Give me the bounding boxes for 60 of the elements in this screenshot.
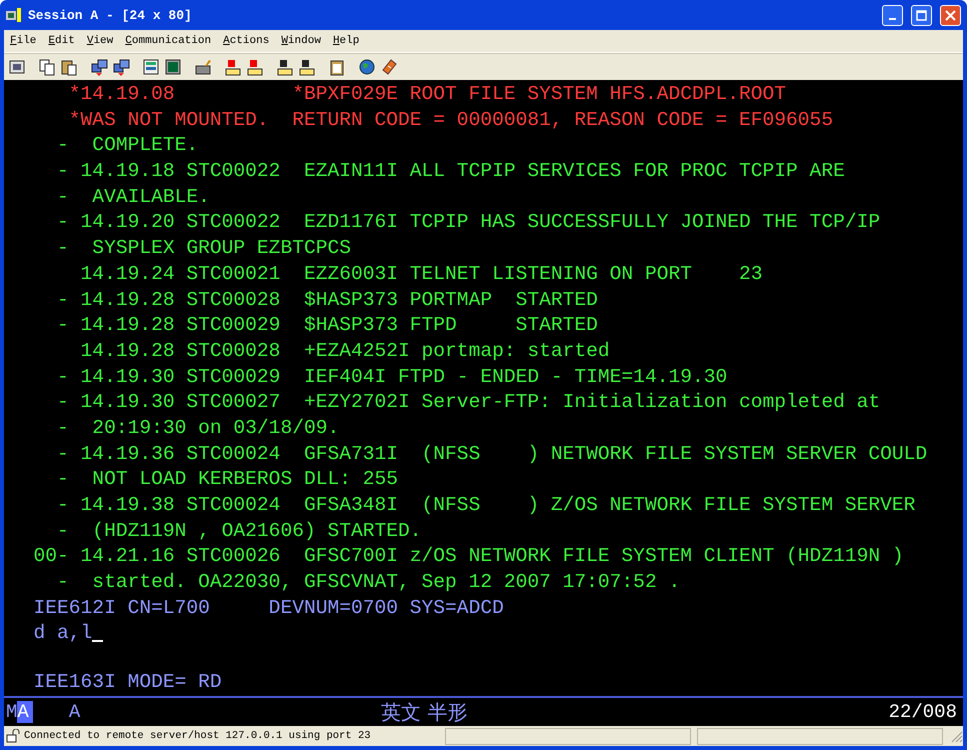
maximize-icon [916,10,927,20]
stop-icon[interactable] [246,58,264,76]
pause-icon[interactable] [298,58,316,76]
terminal-line: - started. OA22030, GFSCVNAT, Sep 12 2007 17:07:52 . [56,570,680,596]
terminal-line: d a,l [32,621,92,646]
close-icon [945,10,956,20]
terminal-line: - 14.19.38 STC00024 GFSA348I (NFSS ) Z/OS NETWORK FILE SYSTEM SERVER [56,493,916,518]
minimize-button[interactable] [882,4,903,26]
terminal-line: - 14.19.18 STC00022 EZAIN11I ALL TCPIP SERVICES FOR PROC TCPIP ARE [56,159,845,184]
menu-item[interactable]: Actions [223,35,270,47]
terminal-line: - NOT LOAD KERBEROS DLL: 255 [56,467,398,492]
terminal-line: - 14.19.28 STC00029 $HASP373 FTPD STARTED [56,313,598,338]
globe-icon[interactable] [358,58,376,76]
terminal-line: - 14.19.20 STC00022 EZD1176I TCPIP HAS SUCCESSFULLY JOINED THE TCP/IP [56,210,880,236]
oia-indicator: M [6,701,18,723]
paste-icon[interactable] [60,58,78,76]
keyboard-icon[interactable] [194,58,212,76]
terminal-line: 14.19.24 STC00021 EZZ6003I TELNET LISTENING ON PORT 23 [80,262,763,287]
app-icon[interactable] [6,7,22,23]
copy-icon[interactable] [38,58,56,76]
lock-icon [6,729,20,743]
clipboard-icon[interactable] [328,58,346,76]
terminal-line: - (HDZ119N , OA21606) STARTED. [56,518,422,544]
minimize-icon [889,18,896,20]
terminal-line: 00- 14.21.16 STC00026 GFSC700I z/OS NETWORK FILE SYSTEM CLIENT (HDZ119N ) [32,544,904,570]
terminal-line: - COMPLETE. [56,133,198,158]
oia-indicator: A [17,701,33,723]
input-mode-indicator: 英文 半形 [381,700,468,724]
menu-item[interactable]: Edit [48,35,75,47]
terminal-line: - 14.19.28 STC00028 $HASP373 PORTMAP STARTED [56,288,598,312]
menu-item[interactable]: Window [281,35,321,47]
menu-item[interactable]: View [86,35,114,47]
terminal-line: - 14.19.30 STC00027 +EZY2702I Server-FTP: Initialization completed at [56,390,880,416]
maximize-button[interactable] [911,4,932,26]
menu-item[interactable]: File [10,35,36,47]
send-file-icon[interactable] [90,58,108,76]
oia-indicator: A [68,701,80,723]
terminal-line: - 20:19:30 on 03/18/09. [56,416,340,441]
menu-item[interactable]: Communication [125,35,212,47]
terminal-line: *WAS NOT MOUNTED. RETURN CODE = 00000081, REASON CODE = EF096055 [68,108,834,133]
terminal-line: IEE612I CN=L700 DEVNUM=0700 SYS=ADCD [32,596,504,621]
terminal-line: - SYSPLEX GROUP EZBTCPCS [56,236,351,262]
terminal-line: IEE163I MODE= RD [32,670,222,696]
panel-icon[interactable] [142,58,160,76]
receive-file-icon[interactable] [112,58,130,76]
status-message: Connected to remote server/host 127.0.0.1 using port 23 [24,730,372,742]
menu-item[interactable]: Help [332,35,360,47]
monitor-icon[interactable] [164,58,182,76]
play-icon[interactable] [276,58,294,76]
terminal-line: *14.19.08 *BPXF029E ROOT FILE SYSTEM HFS.ADCDPL.ROOT [68,82,786,107]
terminal-line: - 14.19.30 STC00029 IEF404I FTPD - ENDED - TIME=14.19.30 [56,364,728,390]
close-button[interactable] [940,4,961,26]
resize-grip-icon[interactable] [949,729,963,743]
window-title: Session A - [24 x 80] [28,8,193,22]
terminal-line: 14.19.28 STC00028 +EZA4252I portmap: started [80,338,610,364]
terminal-line: - 14.19.36 STC00024 GFSA731I (NFSS ) NETWORK FILE SYSTEM SERVER COULD [56,442,928,467]
screen-icon[interactable] [8,58,26,76]
cursor-position: 22/008 [888,701,957,723]
record-icon[interactable] [224,58,242,76]
terminal-line: - AVAILABLE. [56,184,210,210]
